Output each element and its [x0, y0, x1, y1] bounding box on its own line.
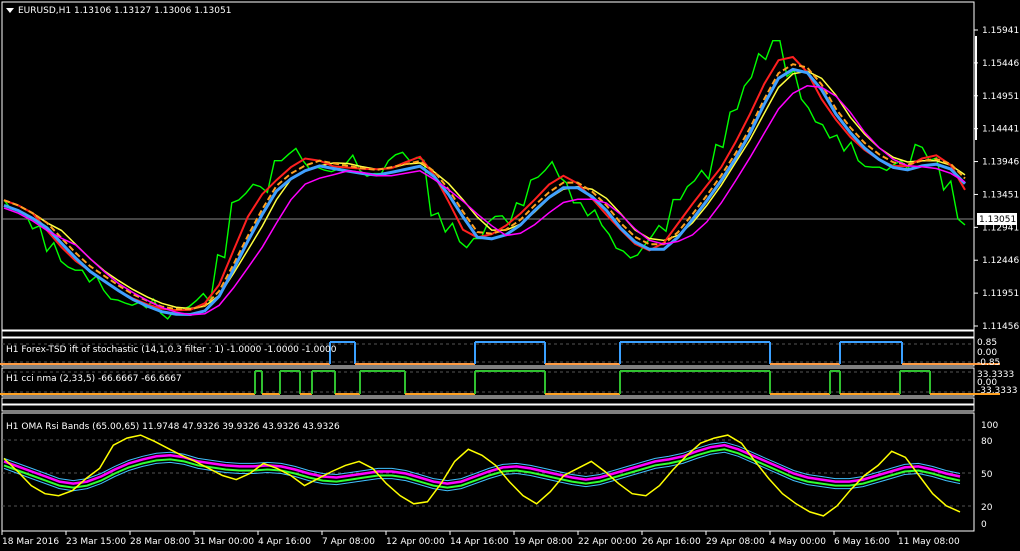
tsd-title: H1 Forex-TSD ift of stochastic (14,1,0.3…: [6, 345, 337, 355]
current-price-label: 1.13051: [979, 215, 1016, 225]
tsd-level-mid: 0.00: [977, 348, 997, 358]
time-tick-label: 22 Apr 00:00: [578, 537, 637, 547]
tsd-level-bottom: -0.85: [977, 358, 1000, 368]
header-bar: EURUSD,H1 1.13106 1.13127 1.13006 1.1305…: [6, 6, 231, 16]
oma-level-50: 50: [981, 470, 993, 480]
price-tick-label: 1.11456: [982, 322, 1019, 332]
time-tick-label: 19 Apr 08:00: [514, 537, 573, 547]
cci-title: H1 cci nma (2,33,5) -66.6667 -66.6667: [6, 374, 182, 384]
trading-chart[interactable]: EURUSD,H1 1.13106 1.13127 1.13006 1.1305…: [0, 0, 1020, 551]
pane-separator: [1, 330, 975, 338]
price-tick-label: 1.15941: [982, 26, 1019, 36]
price-axis: 1.15941 1.15446 1.14951 1.14441 1.13946 1.134…: [974, 26, 1019, 332]
time-axis: 18 Mar 2016 23 Mar 15:00 28 Mar 08:00 31 Ma…: [1, 531, 960, 547]
time-tick-label: 14 Apr 16:00: [450, 537, 509, 547]
time-tick-label: 6 May 16:00: [834, 537, 890, 547]
time-tick-label: 4 May 00:00: [770, 537, 826, 547]
time-tick-label: 28 Mar 08:00: [130, 537, 190, 547]
price-tick-label: 1.13946: [982, 158, 1019, 168]
price-tick-label: 1.11951: [982, 289, 1019, 299]
symbol-info: EURUSD,H1 1.13106 1.13127 1.13006 1.1305…: [18, 6, 231, 16]
tsd-level-top: 0.85: [977, 338, 997, 348]
empty-pane: [1, 397, 975, 405]
time-tick-label: 18 Mar 2016: [2, 537, 59, 547]
price-tick-label: 1.14951: [982, 92, 1019, 102]
oma-level-20: 20: [981, 503, 993, 513]
price-tick-label: 1.13451: [982, 190, 1019, 200]
main-price-pane[interactable]: [1, 1, 975, 331]
cci-level-bottom: -33.3333: [977, 386, 1017, 396]
price-tick-label: 1.12446: [982, 256, 1019, 266]
time-tick-label: 4 Apr 16:00: [258, 537, 311, 547]
oma-level-80: 80: [981, 437, 993, 447]
oma-level-100: 100: [981, 421, 998, 431]
empty-pane: [1, 404, 975, 412]
time-tick-label: 7 Apr 08:00: [322, 537, 375, 547]
price-tick-label: 1.15446: [982, 59, 1019, 69]
price-tick-label: 1.14441: [982, 125, 1019, 135]
time-tick-label: 11 May 08:00: [898, 537, 960, 547]
time-tick-label: 23 Mar 15:00: [66, 537, 126, 547]
time-tick-label: 26 Apr 16:00: [642, 537, 701, 547]
time-tick-label: 29 Apr 08:00: [706, 537, 765, 547]
oma-level-0: 0: [981, 520, 987, 530]
oma-title: H1 OMA Rsi Bands (65.00,65) 11.9748 47.9…: [6, 422, 340, 432]
time-tick-label: 12 Apr 00:00: [386, 537, 445, 547]
time-tick-label: 31 Mar 00:00: [194, 537, 254, 547]
